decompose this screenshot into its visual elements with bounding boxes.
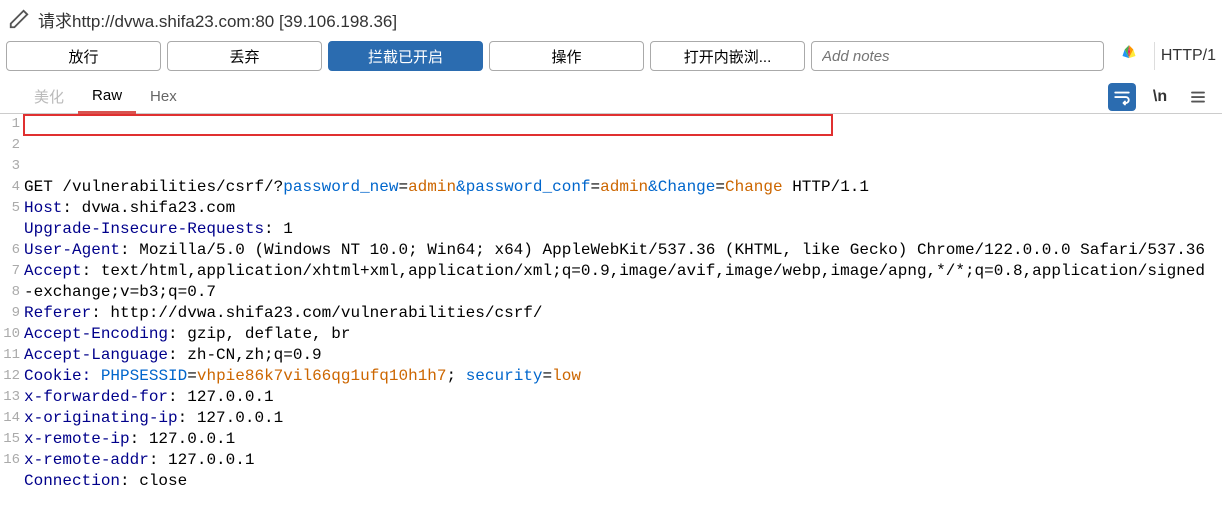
highlight-box [23, 114, 833, 136]
tab-raw[interactable]: Raw [78, 81, 136, 114]
edit-icon [8, 8, 30, 30]
intercept-toggle-button[interactable]: 拦截已开启 [328, 41, 483, 71]
line-gutter: 12345678910111213141516 [0, 114, 24, 524]
tab-hex[interactable]: Hex [136, 82, 191, 112]
tab-pretty[interactable]: 美化 [20, 80, 78, 114]
code-area[interactable]: GET /vulnerabilities/csrf/?password_new=… [24, 114, 1222, 524]
code-line: Host: dvwa.shifa23.com [24, 198, 1214, 219]
open-browser-button[interactable]: 打开内嵌浏... [650, 41, 805, 71]
forward-button[interactable]: 放行 [6, 41, 161, 71]
code-line: Cookie: PHPSESSID=vhpie86k7vil66qg1ufq10… [24, 366, 1214, 387]
code-line: Accept-Language: zh-CN,zh;q=0.9 [24, 345, 1214, 366]
action-button[interactable]: 操作 [489, 41, 644, 71]
request-title: 请求http://dvwa.shifa23.com:80 [39.106.198… [38, 7, 397, 32]
toolbar: 放行 丢弃 拦截已开启 操作 打开内嵌浏... HTTP/1 [0, 36, 1222, 80]
code-line [24, 492, 1214, 513]
request-header: 请求http://dvwa.shifa23.com:80 [39.106.198… [0, 0, 1222, 36]
code-line: x-forwarded-for: 127.0.0.1 [24, 387, 1214, 408]
code-line: Accept-Encoding: gzip, deflate, br [24, 324, 1214, 345]
code-line: GET /vulnerabilities/csrf/?password_new=… [24, 177, 1214, 198]
code-line: x-remote-ip: 127.0.0.1 [24, 429, 1214, 450]
code-line: Connection: close [24, 471, 1214, 492]
code-line: x-remote-addr: 127.0.0.1 [24, 450, 1214, 471]
newline-icon[interactable]: \n [1146, 83, 1174, 111]
notes-input[interactable] [811, 41, 1104, 71]
code-line: User-Agent: Mozilla/5.0 (Windows NT 10.0… [24, 240, 1214, 261]
code-line [24, 513, 1214, 524]
code-line: Accept: text/html,application/xhtml+xml,… [24, 261, 1214, 303]
http-editor[interactable]: 12345678910111213141516 GET /vulnerabili… [0, 114, 1222, 524]
menu-icon[interactable] [1184, 83, 1212, 111]
drop-button[interactable]: 丢弃 [167, 41, 322, 71]
wrap-icon[interactable] [1108, 83, 1136, 111]
tabs-row: 美化 Raw Hex \n [0, 80, 1222, 114]
code-line: Referer: http://dvwa.shifa23.com/vulnera… [24, 303, 1214, 324]
http-version: HTTP/1 [1154, 42, 1216, 70]
palette-icon[interactable] [1116, 43, 1142, 69]
code-line: Upgrade-Insecure-Requests: 1 [24, 219, 1214, 240]
code-line: x-originating-ip: 127.0.0.1 [24, 408, 1214, 429]
